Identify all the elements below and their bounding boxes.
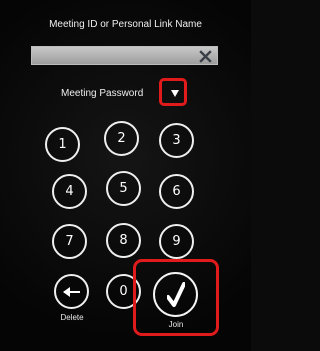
key-1[interactable]: 1 [45,127,80,162]
delete-button[interactable] [54,274,89,309]
meeting-id-label: Meeting ID or Personal Link Name [49,19,202,30]
key-5[interactable]: 5 [106,171,141,206]
key-2[interactable]: 2 [104,121,139,156]
meeting-id-value [40,50,188,61]
chevron-down-icon [171,90,179,97]
key-7[interactable]: 7 [52,224,87,259]
key-3[interactable]: 3 [159,123,194,158]
key-9[interactable]: 9 [159,224,194,259]
delete-label: Delete [60,313,84,322]
close-icon[interactable] [199,50,212,63]
key-8[interactable]: 8 [106,223,141,258]
join-circle [153,272,198,317]
meeting-password-label: Meeting Password [61,88,144,99]
join-button[interactable]: Join [133,259,219,336]
meeting-join-screen: Meeting ID or Personal Link Name Meeting… [0,0,251,351]
key-6[interactable]: 6 [159,174,194,209]
meeting-id-input[interactable] [31,46,218,65]
join-label: Join [168,320,184,329]
password-dropdown-button[interactable] [159,78,187,106]
key-4[interactable]: 4 [52,174,87,209]
checkmark-icon [167,282,185,307]
backspace-arrow-icon [63,287,80,297]
